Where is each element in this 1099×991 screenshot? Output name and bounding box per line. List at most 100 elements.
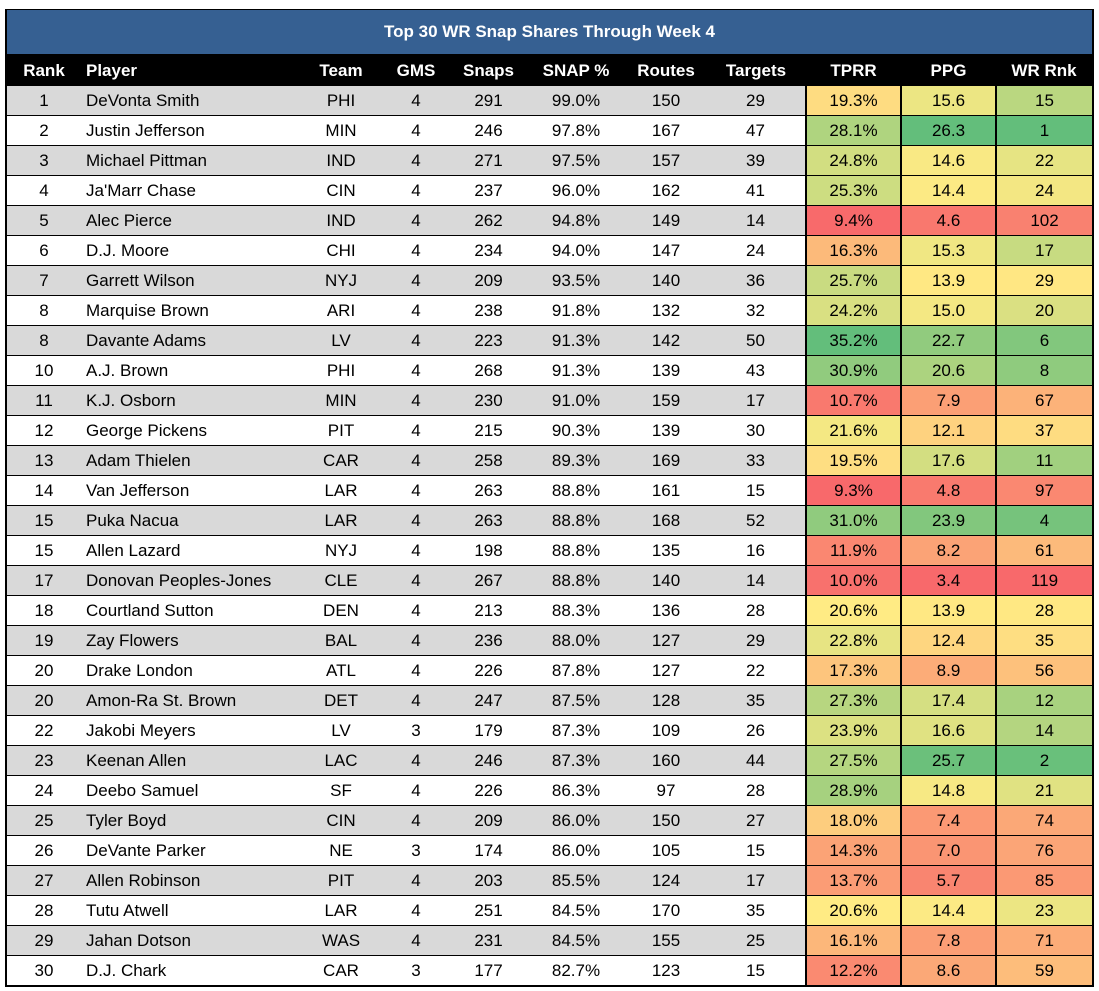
- cell-player[interactable]: Donovan Peoples-Jones: [81, 565, 301, 596]
- cell-rank[interactable]: 28: [7, 895, 81, 926]
- cell-gms[interactable]: 4: [381, 805, 451, 836]
- cell-player[interactable]: Drake London: [81, 655, 301, 686]
- cell-routes[interactable]: 139: [626, 355, 706, 386]
- cell-gms[interactable]: 4: [381, 235, 451, 266]
- cell-rank[interactable]: 17: [7, 565, 81, 596]
- cell-ppg[interactable]: 20.6: [900, 355, 996, 386]
- cell-targets[interactable]: 14: [706, 205, 806, 236]
- cell-snap-pct[interactable]: 96.0%: [526, 175, 626, 206]
- column-header-snaps[interactable]: Snaps: [451, 55, 526, 86]
- cell-player[interactable]: Ja'Marr Chase: [81, 175, 301, 206]
- cell-player[interactable]: Zay Flowers: [81, 625, 301, 656]
- cell-snap-pct[interactable]: 91.3%: [526, 355, 626, 386]
- cell-snap-pct[interactable]: 88.8%: [526, 535, 626, 566]
- cell-tprr[interactable]: 28.9%: [805, 775, 901, 806]
- cell-targets[interactable]: 17: [706, 385, 806, 416]
- cell-snap-pct[interactable]: 85.5%: [526, 865, 626, 896]
- cell-targets[interactable]: 47: [706, 115, 806, 146]
- cell-snaps[interactable]: 177: [451, 955, 526, 985]
- cell-rank[interactable]: 7: [7, 265, 81, 296]
- cell-rank[interactable]: 22: [7, 715, 81, 746]
- cell-targets[interactable]: 25: [706, 925, 806, 956]
- cell-routes[interactable]: 159: [626, 385, 706, 416]
- cell-snaps[interactable]: 246: [451, 745, 526, 776]
- cell-targets[interactable]: 30: [706, 415, 806, 446]
- cell-player[interactable]: Jahan Dotson: [81, 925, 301, 956]
- cell-player[interactable]: Allen Robinson: [81, 865, 301, 896]
- cell-snaps[interactable]: 263: [451, 505, 526, 536]
- cell-team[interactable]: WAS: [301, 925, 381, 956]
- cell-tprr[interactable]: 16.1%: [805, 925, 901, 956]
- cell-targets[interactable]: 15: [706, 955, 806, 985]
- cell-snap-pct[interactable]: 86.3%: [526, 775, 626, 806]
- cell-gms[interactable]: 4: [381, 565, 451, 596]
- cell-team[interactable]: ARI: [301, 295, 381, 326]
- cell-team[interactable]: DET: [301, 685, 381, 716]
- cell-tprr[interactable]: 13.7%: [805, 865, 901, 896]
- column-header-targets[interactable]: Targets: [706, 55, 806, 86]
- cell-wr-rnk[interactable]: 4: [995, 505, 1092, 536]
- cell-targets[interactable]: 35: [706, 685, 806, 716]
- cell-rank[interactable]: 8: [7, 295, 81, 326]
- cell-gms[interactable]: 3: [381, 955, 451, 985]
- cell-player[interactable]: Keenan Allen: [81, 745, 301, 776]
- cell-snap-pct[interactable]: 88.8%: [526, 505, 626, 536]
- cell-snaps[interactable]: 231: [451, 925, 526, 956]
- column-header-tprr[interactable]: TPRR: [806, 55, 901, 86]
- cell-snaps[interactable]: 268: [451, 355, 526, 386]
- cell-team[interactable]: LAR: [301, 475, 381, 506]
- cell-ppg[interactable]: 8.2: [900, 535, 996, 566]
- cell-player[interactable]: D.J. Moore: [81, 235, 301, 266]
- cell-tprr[interactable]: 27.3%: [805, 685, 901, 716]
- cell-snaps[interactable]: 263: [451, 475, 526, 506]
- cell-routes[interactable]: 135: [626, 535, 706, 566]
- cell-tprr[interactable]: 11.9%: [805, 535, 901, 566]
- cell-rank[interactable]: 20: [7, 685, 81, 716]
- cell-snap-pct[interactable]: 93.5%: [526, 265, 626, 296]
- cell-snap-pct[interactable]: 82.7%: [526, 955, 626, 985]
- cell-gms[interactable]: 4: [381, 595, 451, 626]
- cell-routes[interactable]: 142: [626, 325, 706, 356]
- cell-tprr[interactable]: 14.3%: [805, 835, 901, 866]
- cell-rank[interactable]: 23: [7, 745, 81, 776]
- cell-rank[interactable]: 10: [7, 355, 81, 386]
- cell-team[interactable]: CHI: [301, 235, 381, 266]
- column-header-rank[interactable]: Rank: [7, 55, 81, 86]
- cell-gms[interactable]: 4: [381, 115, 451, 146]
- cell-wr-rnk[interactable]: 15: [995, 86, 1092, 116]
- cell-targets[interactable]: 50: [706, 325, 806, 356]
- cell-player[interactable]: Justin Jefferson: [81, 115, 301, 146]
- cell-snaps[interactable]: 209: [451, 265, 526, 296]
- cell-targets[interactable]: 26: [706, 715, 806, 746]
- cell-tprr[interactable]: 20.6%: [805, 595, 901, 626]
- cell-wr-rnk[interactable]: 76: [995, 835, 1092, 866]
- cell-targets[interactable]: 16: [706, 535, 806, 566]
- cell-tprr[interactable]: 24.8%: [805, 145, 901, 176]
- cell-targets[interactable]: 35: [706, 895, 806, 926]
- cell-wr-rnk[interactable]: 119: [995, 565, 1092, 596]
- cell-ppg[interactable]: 3.4: [900, 565, 996, 596]
- cell-player[interactable]: Alec Pierce: [81, 205, 301, 236]
- cell-wr-rnk[interactable]: 21: [995, 775, 1092, 806]
- cell-snaps[interactable]: 215: [451, 415, 526, 446]
- cell-player[interactable]: Amon-Ra St. Brown: [81, 685, 301, 716]
- cell-targets[interactable]: 32: [706, 295, 806, 326]
- cell-tprr[interactable]: 25.3%: [805, 175, 901, 206]
- cell-rank[interactable]: 29: [7, 925, 81, 956]
- cell-ppg[interactable]: 22.7: [900, 325, 996, 356]
- cell-rank[interactable]: 30: [7, 955, 81, 985]
- cell-snaps[interactable]: 291: [451, 86, 526, 116]
- cell-rank[interactable]: 13: [7, 445, 81, 476]
- cell-tprr[interactable]: 23.9%: [805, 715, 901, 746]
- cell-snaps[interactable]: 198: [451, 535, 526, 566]
- cell-wr-rnk[interactable]: 2: [995, 745, 1092, 776]
- cell-player[interactable]: Adam Thielen: [81, 445, 301, 476]
- cell-rank[interactable]: 8: [7, 325, 81, 356]
- cell-gms[interactable]: 4: [381, 535, 451, 566]
- cell-snap-pct[interactable]: 87.8%: [526, 655, 626, 686]
- cell-wr-rnk[interactable]: 14: [995, 715, 1092, 746]
- cell-team[interactable]: SF: [301, 775, 381, 806]
- cell-snaps[interactable]: 258: [451, 445, 526, 476]
- cell-tprr[interactable]: 24.2%: [805, 295, 901, 326]
- cell-team[interactable]: PIT: [301, 865, 381, 896]
